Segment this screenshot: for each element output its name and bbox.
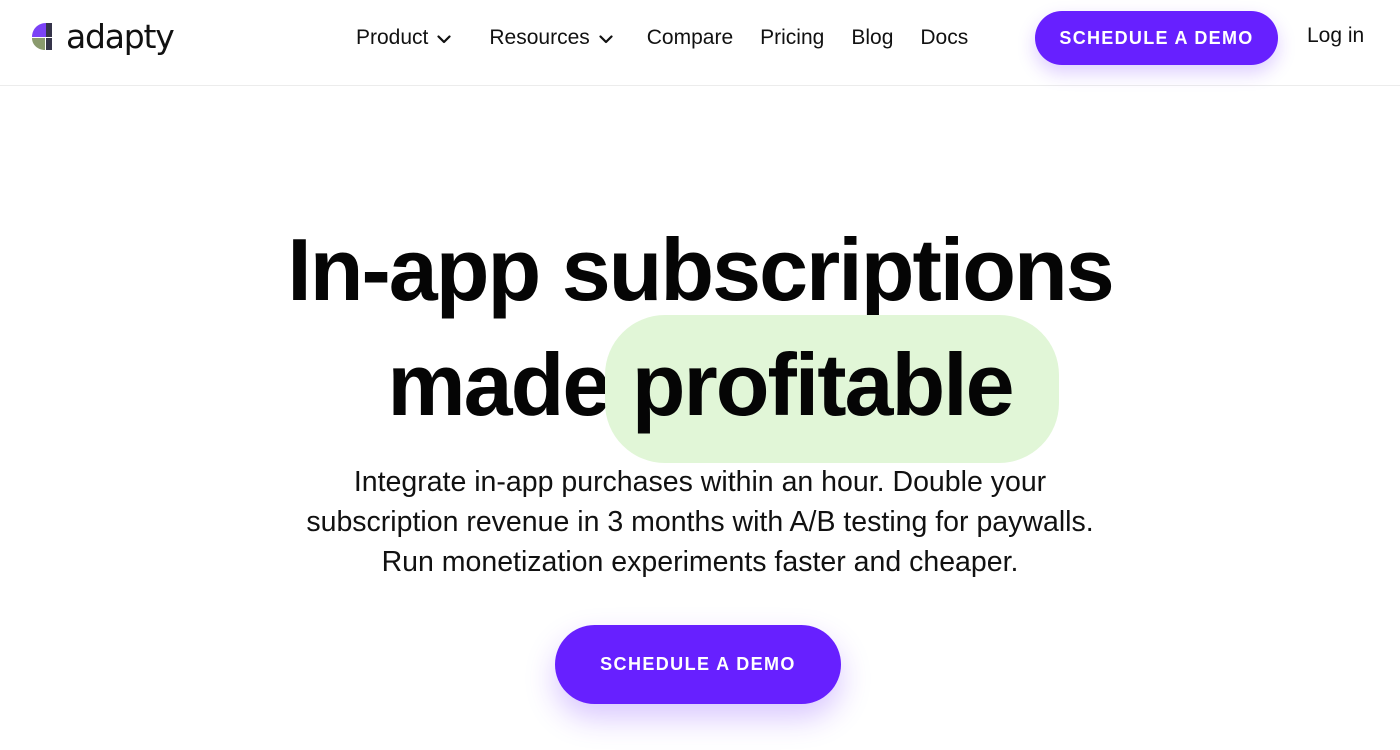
nav-item-label: Resources	[489, 26, 590, 49]
nav-item-label: Blog	[851, 26, 894, 49]
hero-subtitle-line: Run monetization experiments faster and …	[381, 546, 1019, 578]
nav-item-label: Docs	[920, 26, 969, 49]
adapty-logo[interactable]: adapty	[30, 14, 175, 58]
chevron-down-icon	[437, 34, 451, 43]
hero-subtitle-line: Integrate in-app purchases within an hou…	[353, 466, 1047, 498]
nav-item-label: Compare	[646, 26, 734, 49]
nav-item-compare[interactable]: Compare	[647, 26, 733, 50]
site-header: adapty Product Resources Compare Pricing…	[0, 0, 1400, 86]
hero-subtitle: Integrate in-app purchases within an hou…	[200, 462, 1200, 582]
login-link[interactable]: Log in	[1307, 24, 1364, 48]
hero-title-prefix: made	[387, 335, 611, 434]
nav-item-product[interactable]: Product	[356, 26, 451, 50]
chevron-down-icon	[599, 34, 613, 43]
nav-item-docs[interactable]: Docs	[920, 26, 968, 50]
nav-item-label: Pricing	[760, 26, 825, 49]
hero-subtitle-line: subscription revenue in 3 months with A/…	[306, 506, 1094, 538]
hero-title-highlight: profitable	[604, 315, 1059, 463]
adapty-logo-icon	[32, 23, 52, 50]
nav-item-pricing[interactable]: Pricing	[760, 26, 824, 50]
nav-item-label: Product	[356, 26, 429, 49]
brand-name: adapty	[66, 16, 175, 56]
hero-title-line2: made profitable	[0, 315, 1400, 463]
schedule-demo-hero-button[interactable]: SCHEDULE A DEMO	[555, 625, 841, 704]
hero-title-highlight-text: profitable	[631, 335, 1015, 434]
nav-item-blog[interactable]: Blog	[851, 26, 893, 50]
nav-item-resources[interactable]: Resources	[489, 26, 613, 50]
main-nav: Product Resources Compare Pricing Blog D…	[356, 0, 968, 76]
hero-title-line1: In-app subscriptions	[287, 220, 1114, 319]
schedule-demo-header-button[interactable]: SCHEDULE A DEMO	[1035, 11, 1278, 65]
